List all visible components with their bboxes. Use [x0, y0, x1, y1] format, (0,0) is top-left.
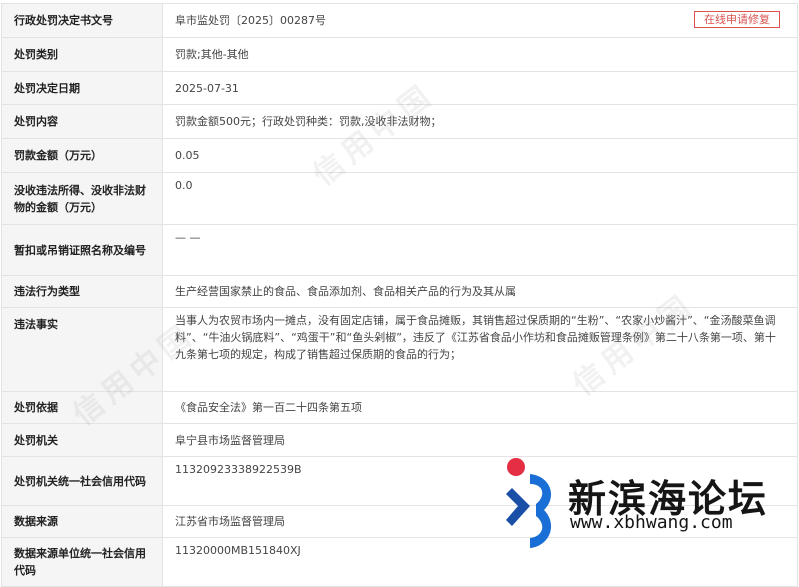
label-penalty-category: 处罚类别	[1, 37, 163, 72]
value-confiscation-amount: 0.0	[162, 172, 798, 225]
value-fine-amount: 0.05	[162, 138, 798, 173]
value-penalty-basis: 《食品安全法》第一百二十四条第五项	[162, 391, 798, 424]
label-data-source: 数据来源	[1, 505, 163, 538]
value-license-suspension: — —	[162, 224, 798, 276]
logo-mark-icon	[506, 458, 552, 548]
label-decision-number: 行政处罚决定书文号	[1, 3, 163, 38]
label-penalty-authority: 处罚机关	[1, 423, 163, 457]
label-violation-type: 违法行为类型	[1, 275, 163, 308]
value-penalty-category: 罚款;其他-其他	[162, 37, 798, 72]
site-logo: 新滨海论坛 www.xbhwang.com	[500, 454, 799, 555]
row-violation-facts: 违法事实 当事人为农贸市场内一摊点，没有固定店铺，属于食品摊贩，其销售超过保质期…	[1, 307, 798, 392]
label-fine-amount: 罚款金额（万元）	[1, 138, 163, 173]
row-penalty-basis: 处罚依据 《食品安全法》第一百二十四条第五项	[1, 391, 798, 424]
value-decision-number: 阜市监处罚〔2025〕00287号	[175, 14, 326, 27]
value-violation-type: 生产经营国家禁止的食品、食品添加剂、食品相关产品的行为及其从属	[162, 275, 798, 308]
row-fine-amount: 罚款金额（万元） 0.05	[1, 138, 798, 173]
label-decision-date: 处罚决定日期	[1, 71, 163, 105]
row-confiscation-amount: 没收违法所得、没收非法财物的金额（万元） 0.0	[1, 172, 798, 225]
row-penalty-authority: 处罚机关 阜宁县市场监督管理局	[1, 423, 798, 457]
label-violation-facts: 违法事实	[1, 307, 163, 392]
row-license-suspension: 暂扣或吊销证照名称及编号 — —	[1, 224, 798, 276]
label-source-credit-code: 数据来源单位统一社会信用代码	[1, 537, 163, 587]
apply-repair-button[interactable]: 在线申请修复	[694, 11, 780, 28]
row-decision-number: 行政处罚决定书文号 阜市监处罚〔2025〕00287号 在线申请修复	[1, 3, 798, 38]
label-penalty-basis: 处罚依据	[1, 391, 163, 424]
label-license-suspension: 暂扣或吊销证照名称及编号	[1, 224, 163, 276]
value-penalty-authority: 阜宁县市场监督管理局	[162, 423, 798, 457]
label-confiscation-amount: 没收违法所得、没收非法财物的金额（万元）	[1, 172, 163, 225]
row-violation-type: 违法行为类型 生产经营国家禁止的食品、食品添加剂、食品相关产品的行为及其从属	[1, 275, 798, 308]
value-decision-date: 2025-07-31	[162, 71, 798, 105]
row-penalty-category: 处罚类别 罚款;其他-其他	[1, 37, 798, 72]
label-authority-credit-code: 处罚机关统一社会信用代码	[1, 456, 163, 506]
row-penalty-content: 处罚内容 罚款金额500元；行政处罚种类：罚款,没收非法财物；	[1, 104, 798, 139]
label-penalty-content: 处罚内容	[1, 104, 163, 139]
row-decision-date: 处罚决定日期 2025-07-31	[1, 71, 798, 105]
logo-url: www.xbhwang.com	[570, 512, 733, 533]
value-violation-facts: 当事人为农贸市场内一摊点，没有固定店铺，属于食品摊贩，其销售超过保质期的“生粉”…	[162, 307, 798, 392]
value-penalty-content: 罚款金额500元；行政处罚种类：罚款,没收非法财物；	[162, 104, 798, 139]
